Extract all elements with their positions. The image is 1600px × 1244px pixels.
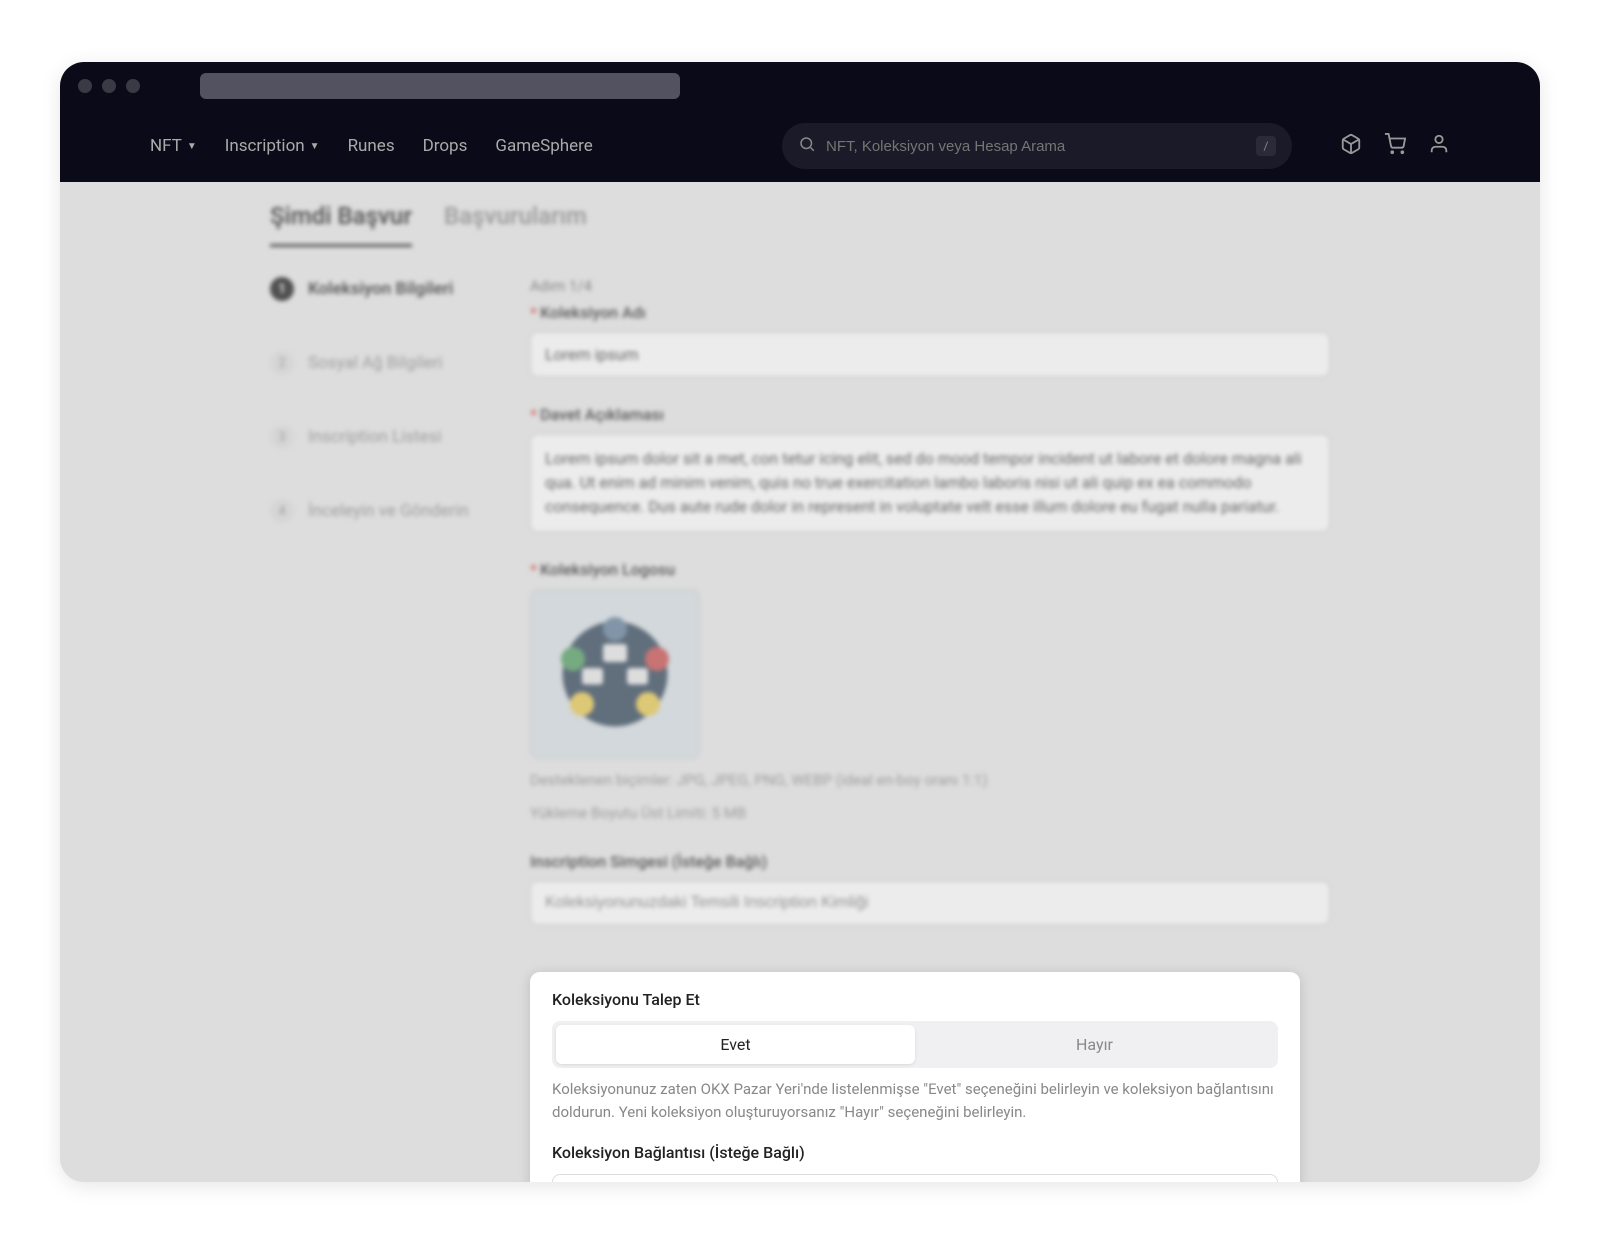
browser-window: NFT▼ Inscription▼ Runes Drops GameSphere…	[60, 62, 1540, 1182]
window-dot	[102, 79, 116, 93]
nav-drops[interactable]: Drops	[423, 136, 468, 156]
nav-runes[interactable]: Runes	[348, 136, 395, 156]
collection-logo-label: Koleksiyon Logosu	[540, 560, 675, 579]
page-tabs: Şimdi Başvur Başvurularım	[270, 192, 1330, 247]
inscription-icon-input[interactable]	[530, 881, 1330, 925]
collection-link-label: Koleksiyon Bağlantısı (İsteğe Bağlı)	[552, 1143, 1278, 1162]
collection-name-input[interactable]: Lorem ipsum	[530, 332, 1330, 377]
collection-name-label: Koleksiyon Adı	[540, 303, 646, 322]
logo-help-size: Yükleme Boyutu Üst Limiti: 5 MB	[530, 802, 1330, 825]
tab-apply-now[interactable]: Şimdi Başvur	[270, 202, 412, 247]
claim-toggle: Evet Hayır	[552, 1021, 1278, 1068]
logo-preview-image	[540, 599, 690, 749]
user-icon[interactable]	[1428, 133, 1450, 160]
nav-gamesphere[interactable]: GameSphere	[495, 136, 592, 156]
step-2[interactable]: 2Sosyal Ağ Bilgileri	[270, 351, 500, 375]
cart-icon[interactable]	[1384, 133, 1406, 160]
claim-no-button[interactable]: Hayır	[915, 1025, 1274, 1064]
search-kbd-hint: /	[1256, 136, 1276, 156]
claim-title: Koleksiyonu Talep Et	[552, 990, 1278, 1009]
tab-my-applications[interactable]: Başvurularım	[444, 202, 587, 247]
logo-upload[interactable]	[530, 589, 700, 759]
step-4[interactable]: 4İnceleyin ve Gönderin	[270, 499, 500, 523]
invite-desc-input[interactable]: Lorem ipsum dolor sit a met, con tetur i…	[530, 434, 1330, 532]
claim-yes-button[interactable]: Evet	[556, 1025, 915, 1064]
chevron-down-icon: ▼	[310, 141, 320, 152]
chevron-down-icon: ▼	[187, 141, 197, 152]
claim-note: Koleksiyonunuz zaten OKX Pazar Yeri'nde …	[552, 1078, 1278, 1123]
search-bar[interactable]: /	[782, 123, 1292, 169]
top-nav: NFT▼ Inscription▼ Runes Drops GameSphere…	[60, 110, 1540, 182]
step-indicator: Adım 1/4	[530, 277, 1330, 295]
logo-help-formats: Desteklenen biçimler: JPG, JPEG, PNG, WE…	[530, 769, 1330, 792]
nav-nft[interactable]: NFT▼	[150, 136, 197, 156]
form-area: Adım 1/4 *Koleksiyon Adı Lorem ipsum *Da…	[530, 277, 1330, 953]
cube-icon[interactable]	[1340, 133, 1362, 160]
step-1[interactable]: 1Koleksiyon Bilgileri	[270, 277, 500, 301]
window-titlebar	[60, 62, 1540, 110]
window-dot	[126, 79, 140, 93]
collection-link-input[interactable]	[552, 1174, 1278, 1182]
inscription-icon-label: Inscription Simgesi (İsteğe Bağlı)	[530, 852, 1330, 871]
claim-collection-panel: Koleksiyonu Talep Et Evet Hayır Koleksiy…	[530, 972, 1300, 1182]
search-input[interactable]	[826, 138, 1246, 155]
window-dot	[78, 79, 92, 93]
step-3[interactable]: 3Inscription Listesi	[270, 425, 500, 449]
nav-inscription[interactable]: Inscription▼	[225, 136, 320, 156]
step-list: 1Koleksiyon Bilgileri 2Sosyal Ağ Bilgile…	[270, 277, 500, 953]
invite-desc-label: Davet Açıklaması	[540, 405, 664, 424]
search-icon	[798, 135, 816, 158]
url-bar[interactable]	[200, 73, 680, 99]
